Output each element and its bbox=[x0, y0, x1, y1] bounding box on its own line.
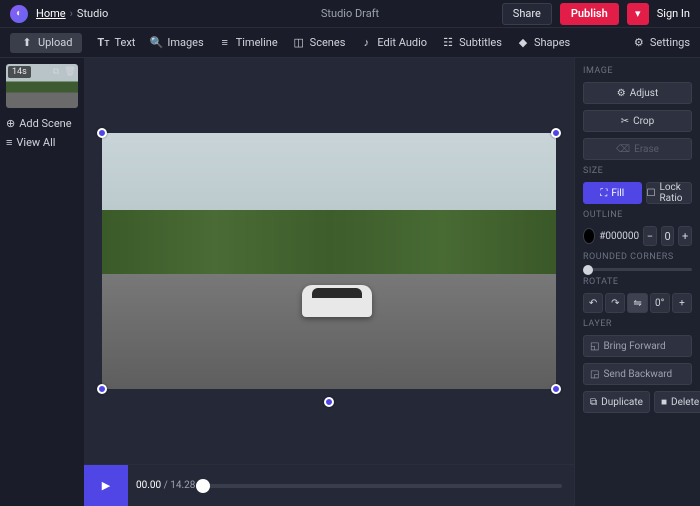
scene-thumbnail[interactable]: 14s ⧉ 🗑 bbox=[6, 64, 78, 108]
expand-icon: ⛶ bbox=[600, 188, 607, 199]
list-icon: ≡ bbox=[6, 136, 12, 149]
resize-handle-tl[interactable] bbox=[97, 128, 107, 138]
seek-knob[interactable] bbox=[196, 479, 210, 493]
audio-icon: ♪ bbox=[359, 36, 373, 50]
delete-button[interactable]: ■Delete bbox=[654, 391, 700, 413]
settings-button[interactable]: ⚙Settings bbox=[632, 36, 690, 50]
rotate-section-label: ROTATE bbox=[583, 277, 692, 287]
rotate-add-button[interactable]: + bbox=[672, 293, 692, 313]
rotate-ccw-button[interactable]: ↶ bbox=[583, 293, 603, 313]
copy-icon: ⧉ bbox=[590, 397, 597, 408]
size-section-label: SIZE bbox=[583, 166, 692, 176]
shapes-icon: ◆ bbox=[516, 36, 530, 50]
canvas-area: ▶ 00.00 / 14.28 bbox=[84, 58, 574, 506]
send-backward-button[interactable]: ◲Send Backward bbox=[583, 363, 692, 385]
player-bar: ▶ 00.00 / 14.28 bbox=[84, 464, 574, 506]
bring-forward-button[interactable]: ◱Bring Forward bbox=[583, 335, 692, 357]
text-tool-button[interactable]: TтText bbox=[96, 36, 135, 50]
copy-icon[interactable]: ⧉ bbox=[50, 66, 62, 78]
timeline-tool-button[interactable]: ≡Timeline bbox=[218, 36, 278, 50]
subtitles-tool-button[interactable]: ☷Subtitles bbox=[441, 36, 502, 50]
erase-button[interactable]: ⌫Erase bbox=[583, 138, 692, 160]
outline-section-label: OUTLINE bbox=[583, 210, 692, 220]
crop-button[interactable]: ✂Crop bbox=[583, 110, 692, 132]
play-button[interactable]: ▶ bbox=[84, 465, 128, 506]
trash-icon: ■ bbox=[661, 397, 667, 408]
plus-circle-icon: ⊕ bbox=[6, 117, 15, 130]
trash-icon[interactable]: 🗑 bbox=[64, 66, 76, 78]
rounded-corners-slider[interactable] bbox=[583, 268, 692, 271]
gear-icon: ⚙ bbox=[632, 36, 646, 50]
rotate-angle-button[interactable]: 0° bbox=[650, 293, 670, 313]
top-bar: ◐ Home › Studio Studio Draft Share Publi… bbox=[0, 0, 700, 28]
scenes-tool-button[interactable]: ◫Scenes bbox=[292, 36, 346, 50]
rotate-handle[interactable] bbox=[324, 397, 334, 407]
images-tool-button[interactable]: 🔍Images bbox=[149, 36, 203, 50]
share-button[interactable]: Share bbox=[502, 3, 552, 25]
resize-handle-br[interactable] bbox=[551, 384, 561, 394]
toolbar: ⬆Upload TтText 🔍Images ≡Timeline ◫Scenes… bbox=[0, 28, 700, 58]
time-display: 00.00 / 14.28 bbox=[136, 480, 195, 491]
resize-handle-bl[interactable] bbox=[97, 384, 107, 394]
rotate-cw-button[interactable]: ↷ bbox=[605, 293, 625, 313]
outline-color-swatch[interactable] bbox=[583, 228, 595, 244]
breadcrumb: Home › Studio bbox=[36, 7, 108, 20]
add-scene-button[interactable]: ⊕Add Scene bbox=[6, 114, 78, 133]
sign-in-link[interactable]: Sign In bbox=[657, 7, 690, 20]
rounded-corners-label: ROUNDED CORNERS bbox=[583, 252, 692, 262]
timeline-icon: ≡ bbox=[218, 36, 232, 50]
breadcrumb-separator: › bbox=[70, 7, 73, 20]
shapes-tool-button[interactable]: ◆Shapes bbox=[516, 36, 570, 50]
seek-bar[interactable] bbox=[203, 484, 562, 488]
search-icon: 🔍 bbox=[149, 36, 163, 50]
sliders-icon: ⚙ bbox=[617, 88, 626, 99]
edit-audio-tool-button[interactable]: ♪Edit Audio bbox=[359, 36, 427, 50]
upload-icon: ⬆ bbox=[20, 36, 34, 50]
eraser-icon: ⌫ bbox=[616, 144, 630, 155]
app-logo[interactable]: ◐ bbox=[10, 5, 28, 23]
adjust-button[interactable]: ⚙Adjust bbox=[583, 82, 692, 104]
publish-dropdown-button[interactable]: ▾ bbox=[627, 3, 649, 25]
subtitles-icon: ☷ bbox=[441, 36, 455, 50]
duplicate-button[interactable]: ⧉Duplicate bbox=[583, 391, 650, 413]
breadcrumb-home-link[interactable]: Home bbox=[36, 7, 66, 20]
slider-knob[interactable] bbox=[583, 265, 593, 275]
resize-handle-tr[interactable] bbox=[551, 128, 561, 138]
view-all-button[interactable]: ≡View All bbox=[6, 133, 78, 152]
layer-section-label: LAYER bbox=[583, 319, 692, 329]
lock-ratio-button[interactable]: ☐Lock Ratio bbox=[646, 182, 693, 204]
thumbnail-duration-badge: 14s bbox=[8, 66, 31, 78]
breadcrumb-current: Studio bbox=[77, 7, 108, 20]
image-section-label: IMAGE bbox=[583, 66, 692, 76]
flip-button[interactable]: ⇋ bbox=[627, 293, 647, 313]
fill-button[interactable]: ⛶Fill bbox=[583, 182, 642, 204]
scenes-icon: ◫ bbox=[292, 36, 306, 50]
upload-button[interactable]: ⬆Upload bbox=[10, 33, 82, 53]
publish-button[interactable]: Publish bbox=[560, 3, 619, 25]
crop-icon: ✂ bbox=[621, 116, 629, 127]
outline-increment[interactable]: + bbox=[678, 226, 692, 246]
document-title[interactable]: Studio Draft bbox=[321, 7, 379, 20]
selected-image[interactable] bbox=[102, 133, 556, 389]
layer-up-icon: ◱ bbox=[590, 341, 599, 352]
lock-icon: ☐ bbox=[647, 188, 656, 199]
outline-decrement[interactable]: − bbox=[643, 226, 657, 246]
outline-hex-value[interactable]: #000000 bbox=[599, 231, 639, 242]
outline-value[interactable]: 0 bbox=[661, 226, 675, 246]
left-sidebar: 14s ⧉ 🗑 ⊕Add Scene ≡View All bbox=[0, 58, 84, 506]
properties-panel: IMAGE ⚙Adjust ✂Crop ⌫Erase SIZE ⛶Fill ☐L… bbox=[574, 58, 700, 506]
text-icon: Tт bbox=[96, 36, 110, 50]
layer-down-icon: ◲ bbox=[590, 369, 599, 380]
